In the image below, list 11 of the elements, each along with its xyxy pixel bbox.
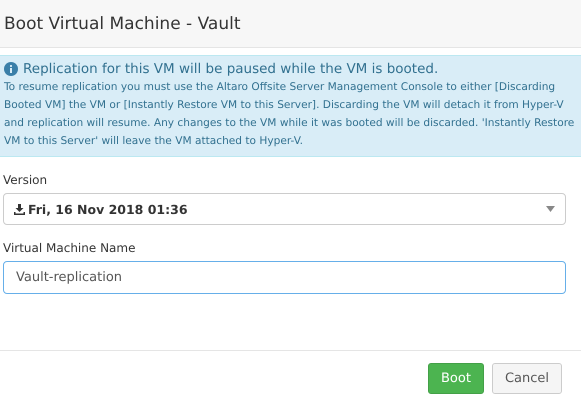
alert-heading: Replication for this VM will be paused while the VM is booted. bbox=[23, 61, 438, 77]
alert-text: To resume replication you must use the Altaro Offsite Server Management Console to either [Discarding Booted VM] the VM or [Instantly Restore VM to this Server]. Discarding the VM will detach it from Hyper-V and replication will resume. Any changes to the VM while it was booted will be discarded. 'Instantly Restore VM to this Server' will leave the VM attached to Hyper-V. bbox=[4, 80, 575, 149]
info-icon bbox=[4, 62, 18, 76]
field-label: Virtual Machine Name bbox=[3, 241, 136, 255]
field-label: Version bbox=[3, 173, 48, 187]
dialog-title: Boot Virtual Machine - Vault bbox=[4, 14, 240, 34]
cancel-button[interactable]: Cancel bbox=[492, 363, 562, 394]
caret-icon bbox=[546, 206, 555, 212]
version-dropdown[interactable]: Fri, 16 Nov 2018 01:36 bbox=[3, 193, 566, 225]
download-icon bbox=[14, 204, 25, 214]
name-input-field[interactable]: Vault-replication bbox=[3, 261, 566, 294]
